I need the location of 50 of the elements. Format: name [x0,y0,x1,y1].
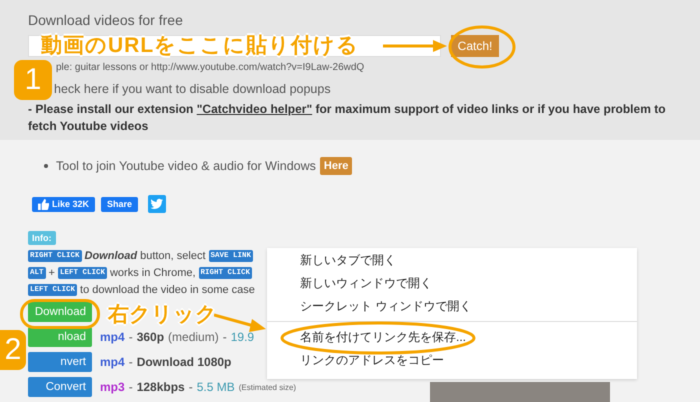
popup-option-text: heck here if you want to disable download popups [53,82,332,96]
arrow-icon [214,313,266,333]
separator-text: - [128,355,133,369]
info-text: + [48,266,55,278]
convert-button[interactable]: nvert [28,352,92,372]
download-button[interactable]: nload [28,327,92,347]
bullet-icon [44,164,48,168]
format-label: mp3 [100,380,125,394]
format-label: mp4 [100,355,125,369]
thumbs-up-icon [38,198,49,210]
separator-text: - [128,380,133,394]
highlight-ellipse [448,25,516,69]
info-text: works in Chrome, [110,266,196,278]
download-button[interactable]: Download [28,302,92,322]
tool-text: Tool to join Youtube video & audio for Windows [56,159,316,173]
quality-label: 128kbps [136,380,185,394]
arrow-icon [383,40,447,52]
file-size: 5.5 MB [196,380,235,394]
separator-text: - [128,330,133,344]
size-note: (Estimated size) [238,382,296,392]
bird-icon[interactable] [148,195,166,213]
example-text: ple: guitar lessons or http://www.youtube.com/watch?v=I9Law-26wdQ [55,62,366,73]
catch-button[interactable]: Catch! [451,35,499,57]
menu-item[interactable]: シークレット ウィンドウで開く [267,295,637,318]
step-badge: 1 [14,60,52,100]
file-size: 19.9 [230,330,254,344]
extension-notice: - Please install our extension "Catchvideo helper" for maximum support of video links or if you have problem to fetch Youtube videos [28,101,667,135]
quality-label: 360p [136,330,164,344]
page-title: Download videos for free [28,12,184,28]
convert-button[interactable]: Convert [28,377,92,397]
separator-text: - [222,330,227,344]
step-badge: 2 [0,330,26,370]
menu-item[interactable]: 新しいウィンドウで開く [267,272,637,295]
extension-link[interactable]: "Catchvideo helper" [196,102,312,116]
annotation-text: 右クリック [108,302,217,328]
format-label: mp4 [100,330,125,344]
here-button[interactable]: Here [320,157,352,175]
quality-note: (medium) [168,330,219,344]
menu-item[interactable]: 名前を付けてリンク先を保存... [267,321,637,349]
paste-hint-text: 動画のURLをここに貼り付ける [41,33,360,59]
menu-item[interactable]: 新しいタブで開く [267,249,637,272]
separator-text: - [188,380,193,394]
info-badge: Info: [28,231,56,245]
like-button[interactable]: Like 32K [32,196,96,212]
info-text: button, select [140,250,206,262]
info-text: Download [84,250,138,262]
menu-item[interactable]: リンクのアドレスをコピー [267,349,637,372]
info-text: to download the video in some case [80,284,255,296]
quality-label: Download 1080p [136,355,232,369]
share-button[interactable]: Share [101,196,138,212]
